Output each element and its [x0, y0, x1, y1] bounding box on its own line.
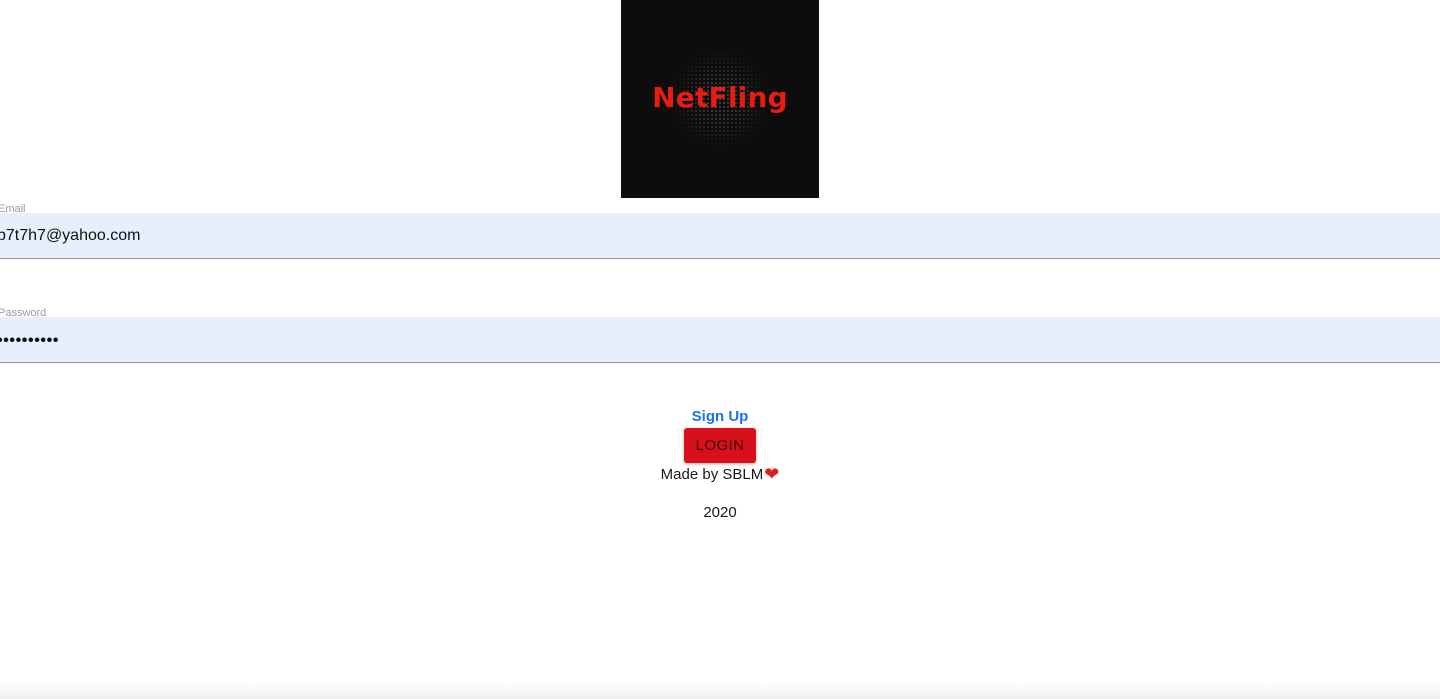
- signup-link[interactable]: Sign Up: [0, 408, 1440, 426]
- netfling-logo: NetFling: [621, 0, 819, 198]
- login-page: NetFling Email b7t7h7@yahoo.com Password…: [0, 0, 1440, 699]
- heart-icon: ❤: [764, 464, 780, 484]
- copyright-year: 2020: [703, 504, 737, 521]
- password-field[interactable]: ••••••••••: [0, 317, 1440, 363]
- bottom-edge-shadow: [0, 681, 1440, 699]
- made-by-text: Made by SBLM: [660, 466, 764, 483]
- logo-text: NetFling: [652, 81, 788, 114]
- password-value: ••••••••••: [0, 332, 60, 349]
- login-button[interactable]: LOGIN: [684, 428, 756, 463]
- made-by-credit: Made by SBLM❤: [0, 465, 1440, 485]
- email-field[interactable]: b7t7h7@yahoo.com: [0, 213, 1440, 259]
- email-value: b7t7h7@yahoo.com: [0, 227, 141, 244]
